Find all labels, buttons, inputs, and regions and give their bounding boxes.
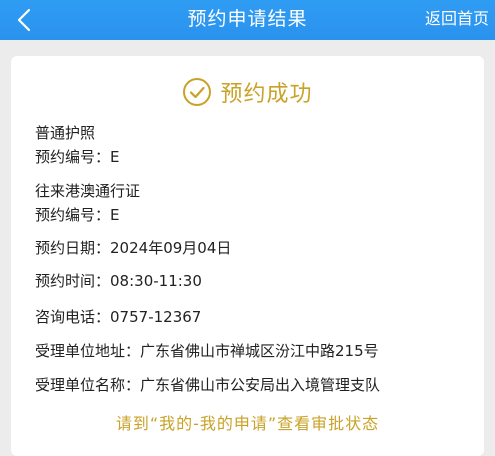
office-address-value: 广东省佛山市禅城区汾江中路215号 <box>140 342 379 360</box>
office-address-row: 受理单位地址：广东省佛山市禅城区汾江中路215号 <box>35 340 379 361</box>
passport-number-value: E <box>110 148 120 166</box>
passport-number-label: 预约编号： <box>35 148 111 166</box>
consult-phone-row: 咨询电话：0757-12367 <box>35 306 201 327</box>
appointment-date-row: 预约日期：2024年09月04日 <box>35 237 231 258</box>
doc-type-hk-macau-permit: 往来港澳通行证 <box>35 182 141 200</box>
doc-type-passport: 普通护照 <box>35 124 96 142</box>
appointment-time-row: 预约时间：08:30-11:30 <box>35 270 202 291</box>
check-status-hint[interactable]: 请到“我的-我的申请”查看审批状态 <box>11 410 484 434</box>
office-name-row: 受理单位名称：广东省佛山市公安局出入境管理支队 <box>35 374 380 395</box>
appointment-time-label: 预约时间： <box>35 272 111 290</box>
appointment-time-value: 08:30-11:30 <box>110 272 202 290</box>
permit-number-row: 预约编号：E <box>35 204 120 225</box>
office-address-label: 受理单位地址： <box>35 342 141 360</box>
office-name-value: 广东省佛山市公安局出入境管理支队 <box>140 376 381 394</box>
app-header: 预约申请结果 返回首页 <box>0 0 495 40</box>
result-card: 预约成功 普通护照 预约编号：E 往来港澳通行证 预约编号：E 预约日期：202… <box>11 56 484 456</box>
consult-phone-value[interactable]: 0757-12367 <box>110 308 201 326</box>
appointment-date-label: 预约日期： <box>35 239 111 257</box>
office-name-label: 受理单位名称： <box>35 376 141 394</box>
appointment-date-value: 2024年09月04日 <box>110 239 232 257</box>
success-status-text: 预约成功 <box>220 82 313 107</box>
passport-number-row: 预约编号：E <box>35 146 120 167</box>
consult-phone-label: 咨询电话： <box>35 308 111 326</box>
permit-number-value: E <box>110 206 120 224</box>
return-home-button[interactable]: 返回首页 <box>425 0 489 40</box>
check-circle-icon <box>183 78 212 106</box>
success-banner: 预约成功 <box>11 74 484 110</box>
page-title: 预约申请结果 <box>187 8 308 30</box>
permit-number-label: 预约编号： <box>35 206 111 224</box>
